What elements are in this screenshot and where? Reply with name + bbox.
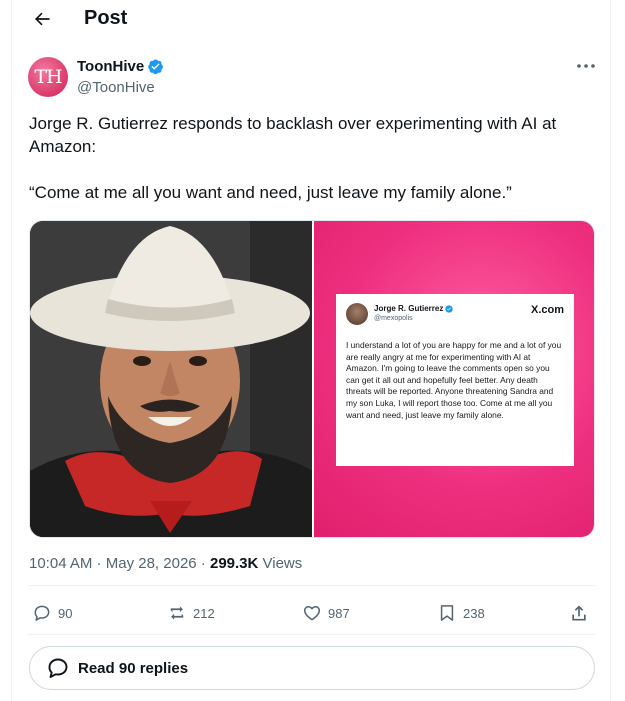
post-date[interactable]: May 28, 2026 bbox=[106, 555, 197, 572]
read-replies-button[interactable]: Read 90 replies bbox=[29, 646, 595, 690]
divider bbox=[28, 585, 595, 586]
back-button[interactable] bbox=[30, 8, 54, 30]
author-display-name: ToonHive bbox=[77, 58, 145, 75]
share-icon bbox=[572, 605, 586, 621]
post-frame: Post TH ToonHive @ToonHive Jorge R. Guti… bbox=[11, 0, 611, 701]
embedded-verified-icon bbox=[445, 304, 454, 313]
portrait-photo[interactable] bbox=[30, 221, 312, 537]
screenshot-panel[interactable]: Jorge R. Gutierrez @mexopolis X.com I un… bbox=[312, 221, 594, 537]
portrait-illustration-icon bbox=[30, 221, 312, 537]
tweet-text-line: Jorge R. Gutierrez responds to backlash … bbox=[29, 114, 557, 156]
bookmark-button[interactable]: 238 bbox=[437, 603, 485, 623]
tweet-quote-line: “Come at me all you want and need, just … bbox=[29, 183, 512, 202]
post-meta: 10:04 AM · May 28, 2026 · 299.3K Views bbox=[29, 555, 302, 572]
author-name-row[interactable]: ToonHive bbox=[77, 58, 164, 75]
bookmark-count: 238 bbox=[463, 605, 485, 621]
more-dots-icon bbox=[577, 64, 595, 68]
action-bar: 90 212 987 238 bbox=[12, 599, 610, 633]
embedded-author-name: Jorge R. Gutierrez bbox=[374, 304, 444, 313]
reply-icon bbox=[34, 605, 50, 621]
more-options-button[interactable] bbox=[574, 56, 598, 76]
header: Post bbox=[12, 0, 610, 40]
meta-separator: · bbox=[196, 555, 210, 572]
embedded-handle: @mexopolis bbox=[374, 315, 413, 322]
reply-bubble-icon bbox=[48, 658, 68, 678]
media-grid[interactable]: Jorge R. Gutierrez @mexopolis X.com I un… bbox=[29, 220, 595, 538]
tweet-text: Jorge R. Gutierrez responds to backlash … bbox=[29, 112, 589, 227]
meta-separator: · bbox=[92, 555, 106, 572]
divider bbox=[28, 634, 595, 635]
views-count: 299.3K bbox=[209, 555, 259, 572]
embedded-post-body: I understand a lot of you are happy for … bbox=[346, 340, 562, 420]
embedded-post-header: Jorge R. Gutierrez @mexopolis X.com bbox=[346, 302, 564, 332]
like-button[interactable]: 987 bbox=[302, 603, 350, 623]
verified-badge-icon bbox=[148, 59, 164, 75]
heart-icon bbox=[303, 606, 321, 621]
avatar[interactable]: TH bbox=[28, 57, 68, 97]
read-replies-label: Read 90 replies bbox=[78, 659, 189, 677]
repost-icon bbox=[170, 606, 184, 620]
avatar-initials: TH bbox=[34, 66, 62, 88]
post-time[interactable]: 10:04 AM bbox=[29, 555, 92, 572]
bookmark-icon bbox=[440, 605, 454, 621]
embedded-post-card: Jorge R. Gutierrez @mexopolis X.com I un… bbox=[336, 294, 574, 466]
repost-count: 212 bbox=[193, 605, 215, 621]
repost-button[interactable]: 212 bbox=[167, 603, 215, 623]
like-count: 987 bbox=[328, 605, 350, 621]
author-handle[interactable]: @ToonHive bbox=[77, 79, 155, 96]
reply-button[interactable]: 90 bbox=[32, 603, 72, 623]
embedded-site-label: X.com bbox=[530, 304, 564, 316]
embedded-avatar bbox=[346, 303, 368, 325]
reply-count: 90 bbox=[58, 605, 73, 621]
page-title: Post bbox=[84, 7, 128, 29]
share-button[interactable] bbox=[569, 603, 589, 623]
embedded-name-row: Jorge R. Gutierrez bbox=[374, 304, 454, 313]
views-label: Views bbox=[258, 555, 303, 572]
back-arrow-icon bbox=[35, 12, 50, 26]
